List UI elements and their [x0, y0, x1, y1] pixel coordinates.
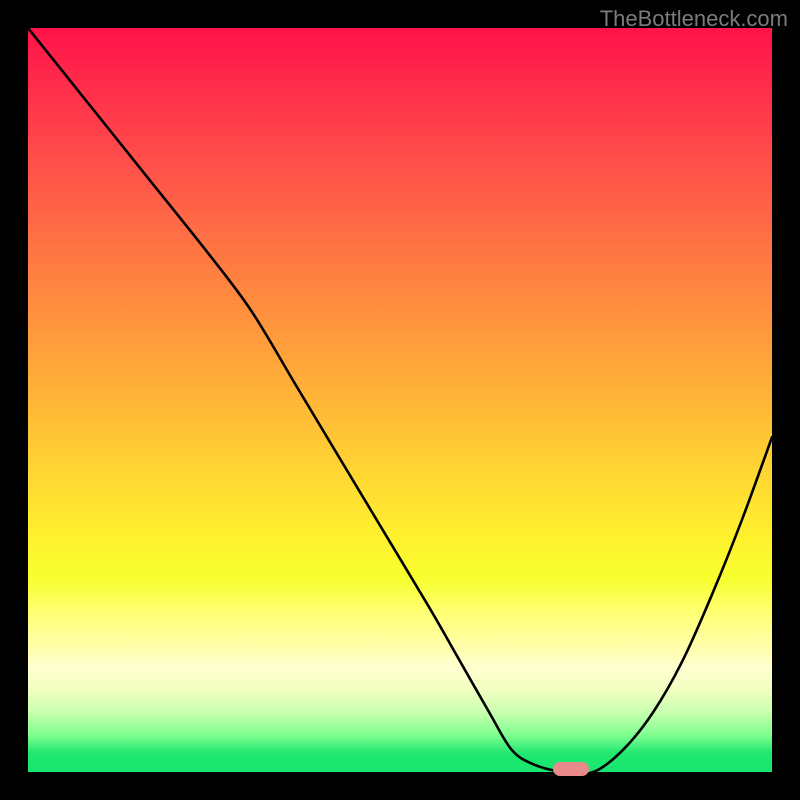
watermark-text: TheBottleneck.com	[600, 6, 788, 32]
plot-area	[28, 28, 772, 772]
bottleneck-curve	[28, 28, 772, 772]
curve-svg	[28, 28, 772, 772]
minimum-marker	[553, 762, 589, 776]
